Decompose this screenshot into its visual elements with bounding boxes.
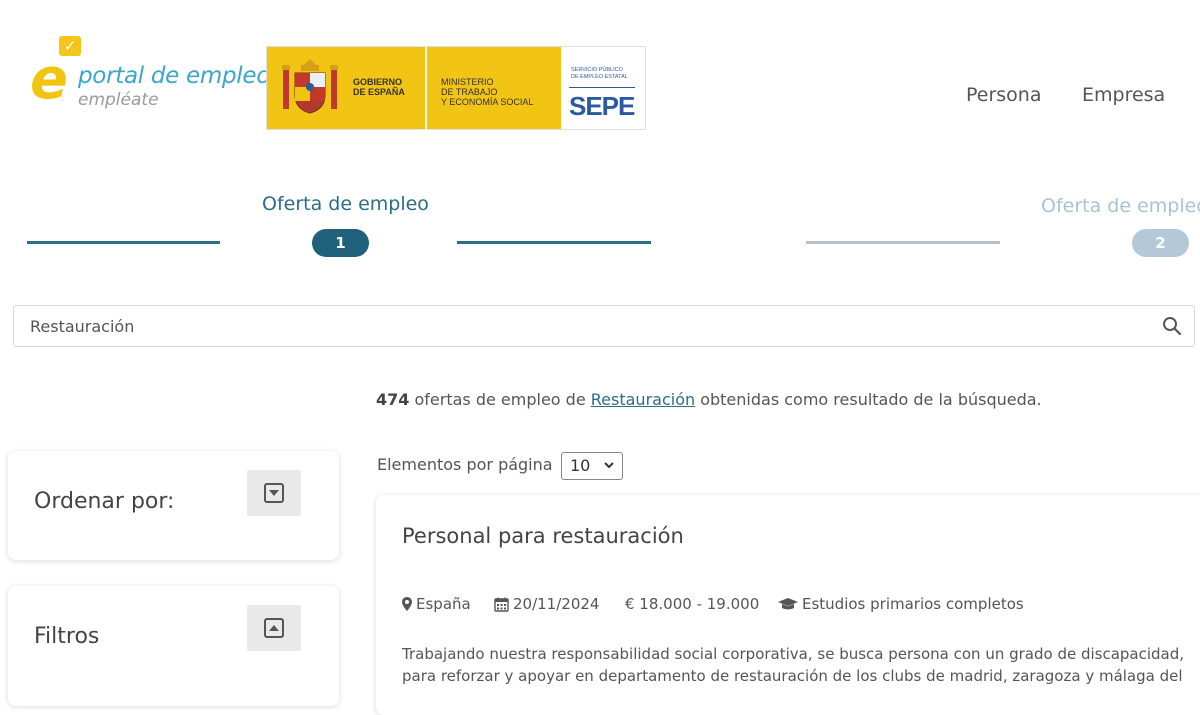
step-line	[457, 241, 651, 244]
job-salary-text: € 18.000 - 19.000	[625, 595, 760, 613]
search-bar	[13, 305, 1195, 347]
portal-logo[interactable]: ✓ e portal de empleo empléate	[30, 36, 270, 116]
filters-panel: Filtros	[8, 586, 339, 706]
filters-toggle-button[interactable]	[247, 605, 301, 651]
job-date: 20/11/2024	[494, 595, 599, 613]
results-summary: 474 ofertas de empleo de Restauración ob…	[376, 390, 1042, 409]
step-2-label[interactable]: Oferta de empleo	[1041, 195, 1200, 217]
step-2-pill[interactable]: 2	[1132, 229, 1189, 257]
results-text-before: ofertas de empleo de	[409, 390, 591, 409]
government-banner: GOBIERNO DE ESPAÑA MINISTERIO DE TRABAJO…	[266, 46, 646, 131]
caret-square-down-icon	[264, 483, 284, 503]
sepe-rule	[569, 87, 635, 88]
ministry-label: MINISTERIO DE TRABAJO Y ECONOMÍA SOCIAL	[441, 77, 534, 107]
calendar-icon	[494, 597, 509, 612]
job-title[interactable]: Personal para restauración	[402, 524, 684, 548]
sepe-small-label: SERVICIO PÚBLICO DE EMPLEO ESTATAL	[571, 67, 628, 80]
e-logo-letter: e	[30, 47, 68, 112]
step-line	[27, 241, 220, 244]
job-date-text: 20/11/2024	[513, 595, 600, 613]
sepe-wordmark: SEPE	[569, 91, 635, 121]
search-input[interactable]	[30, 315, 1130, 337]
search-icon[interactable]	[1162, 316, 1182, 336]
sort-label: Ordenar por:	[34, 489, 175, 514]
step-line	[806, 241, 1000, 244]
per-page-select[interactable]: 10	[561, 452, 623, 480]
step-1-pill[interactable]: 1	[312, 229, 369, 257]
chevron-down-icon	[604, 462, 614, 469]
graduation-cap-icon	[778, 598, 798, 610]
job-description: Trabajando nuestra responsabilidad socia…	[402, 645, 1185, 685]
sepe-logo: SERVICIO PÚBLICO DE EMPLEO ESTATAL SEPE	[561, 47, 645, 129]
job-education-text: Estudios primarios completos	[802, 595, 1024, 613]
job-education: Estudios primarios completos	[778, 595, 1024, 613]
filters-label: Filtros	[34, 624, 100, 649]
job-location: España	[402, 595, 471, 613]
sort-panel: Ordenar por:	[8, 451, 339, 560]
nav-persona[interactable]: Persona	[966, 84, 1042, 106]
step-1-label[interactable]: Oferta de empleo	[262, 193, 429, 215]
coat-of-arms-icon	[282, 59, 338, 114]
sort-toggle-button[interactable]	[247, 470, 301, 516]
job-card[interactable]: Personal para restauración España 20/11/…	[376, 495, 1200, 715]
per-page-label: Elementos por página	[377, 455, 553, 474]
banner-divider	[425, 47, 427, 131]
caret-square-up-icon	[264, 618, 284, 638]
job-location-text: España	[416, 595, 471, 613]
results-count: 474	[376, 390, 410, 409]
results-text-after: obtenidas como resultado de la búsqueda.	[695, 390, 1042, 409]
brand-tagline: empléate	[78, 90, 159, 110]
query-link[interactable]: Restauración	[591, 390, 695, 409]
government-label: GOBIERNO DE ESPAÑA	[353, 77, 405, 97]
per-page-value: 10	[570, 456, 591, 475]
map-marker-icon	[402, 597, 412, 611]
job-salary: € 18.000 - 19.000	[625, 595, 759, 613]
nav-empresa[interactable]: Empresa	[1082, 84, 1165, 106]
brand-name: portal de empleo	[78, 63, 270, 89]
